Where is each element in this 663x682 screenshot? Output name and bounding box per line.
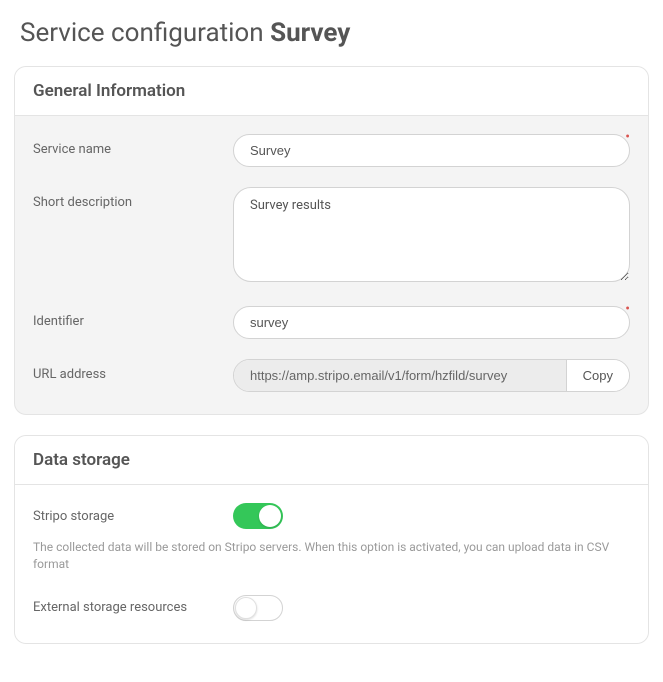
general-info-header: General Information <box>15 67 648 116</box>
data-storage-card: Data storage Stripo storage The collecte… <box>14 435 649 644</box>
general-info-card: General Information Service name • Short… <box>14 66 649 415</box>
short-description-label: Short description <box>33 187 233 210</box>
required-indicator-icon: • <box>625 302 630 316</box>
stripo-storage-label: Stripo storage <box>33 509 233 524</box>
copy-button[interactable]: Copy <box>566 360 629 391</box>
identifier-input[interactable] <box>233 306 630 339</box>
url-group: Copy <box>233 359 630 392</box>
toggle-knob-icon <box>235 597 257 619</box>
data-storage-body: Stripo storage The collected data will b… <box>15 485 648 643</box>
url-address-value[interactable] <box>234 360 566 391</box>
url-address-row: URL address Copy <box>33 359 630 392</box>
external-storage-row: External storage resources <box>33 595 630 621</box>
page-title-prefix: Service configuration <box>20 18 270 48</box>
stripo-storage-row: Stripo storage <box>33 503 630 529</box>
page-title-name: Survey <box>270 18 350 48</box>
page-title: Service configuration Survey <box>14 18 649 48</box>
service-name-input[interactable] <box>233 134 630 167</box>
short-description-input[interactable]: Survey results <box>233 187 630 282</box>
stripo-storage-toggle[interactable] <box>233 503 283 529</box>
url-address-label: URL address <box>33 359 233 382</box>
data-storage-header: Data storage <box>15 436 648 485</box>
service-name-row: Service name • <box>33 134 630 167</box>
service-name-label: Service name <box>33 134 233 157</box>
identifier-label: Identifier <box>33 306 233 329</box>
general-info-body: Service name • Short description Survey … <box>15 116 648 414</box>
external-storage-label: External storage resources <box>33 600 233 615</box>
stripo-storage-hint: The collected data will be stored on Str… <box>33 539 630 573</box>
toggle-knob-icon <box>259 505 281 527</box>
short-description-row: Short description Survey results <box>33 187 630 286</box>
required-indicator-icon: • <box>625 130 630 144</box>
external-storage-toggle[interactable] <box>233 595 283 621</box>
identifier-row: Identifier • <box>33 306 630 339</box>
